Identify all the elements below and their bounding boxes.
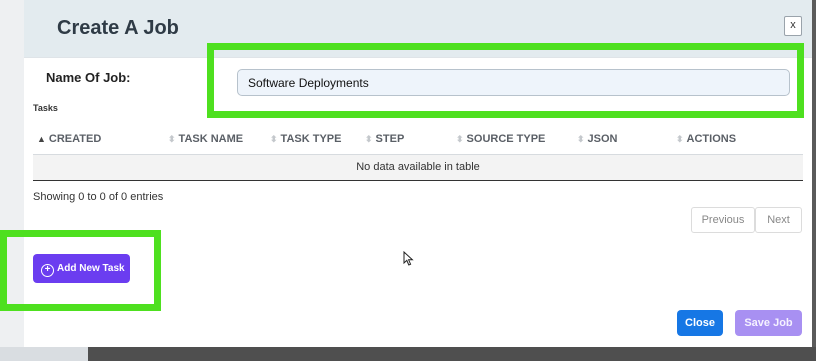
highlight-box-add-task xyxy=(0,230,161,311)
sort-arrows-icon: ⬍ xyxy=(168,134,176,144)
column-header-created[interactable]: ▲ CREATED xyxy=(37,133,101,145)
column-header-task-name[interactable]: ⬍ TASK NAME xyxy=(168,133,243,145)
column-header-actions[interactable]: ⬍ ACTIONS xyxy=(676,133,736,145)
sort-up-icon: ▲ xyxy=(37,134,46,144)
backdrop-bottom-left xyxy=(0,347,88,361)
modal-close-x-button[interactable]: x xyxy=(784,16,802,36)
pagination-next-button[interactable]: Next xyxy=(755,207,802,233)
sort-arrows-icon: ⬍ xyxy=(577,134,585,144)
sort-arrows-icon: ⬍ xyxy=(365,134,373,144)
highlight-box-job-name xyxy=(207,43,804,118)
pagination-previous-button[interactable]: Previous xyxy=(691,207,755,233)
tasks-table-header: ▲ CREATED ⬍ TASK NAME ⬍ TASK TYPE ⬍ STEP ⬍ SO… xyxy=(33,126,803,155)
tasks-heading: Tasks xyxy=(33,103,58,113)
column-header-json[interactable]: ⬍ JSON xyxy=(577,133,618,145)
close-button[interactable]: Close xyxy=(677,310,723,336)
column-header-step[interactable]: ⬍ STEP xyxy=(365,133,404,145)
modal-title: Create A Job xyxy=(57,17,179,39)
table-empty-row: No data available in table xyxy=(33,155,803,181)
table-info: Showing 0 to 0 of 0 entries xyxy=(33,191,164,203)
column-header-task-type[interactable]: ⬍ TASK TYPE xyxy=(270,133,341,145)
sort-arrows-icon: ⬍ xyxy=(676,134,684,144)
save-job-button[interactable]: Save Job xyxy=(735,310,802,336)
backdrop-bottom xyxy=(0,347,816,361)
job-name-label: Name Of Job: xyxy=(46,70,131,85)
column-header-source-type[interactable]: ⬍ SOURCE TYPE xyxy=(456,133,545,145)
sort-arrows-icon: ⬍ xyxy=(270,134,278,144)
mouse-pointer-icon xyxy=(403,251,414,266)
sort-arrows-icon: ⬍ xyxy=(456,134,464,144)
